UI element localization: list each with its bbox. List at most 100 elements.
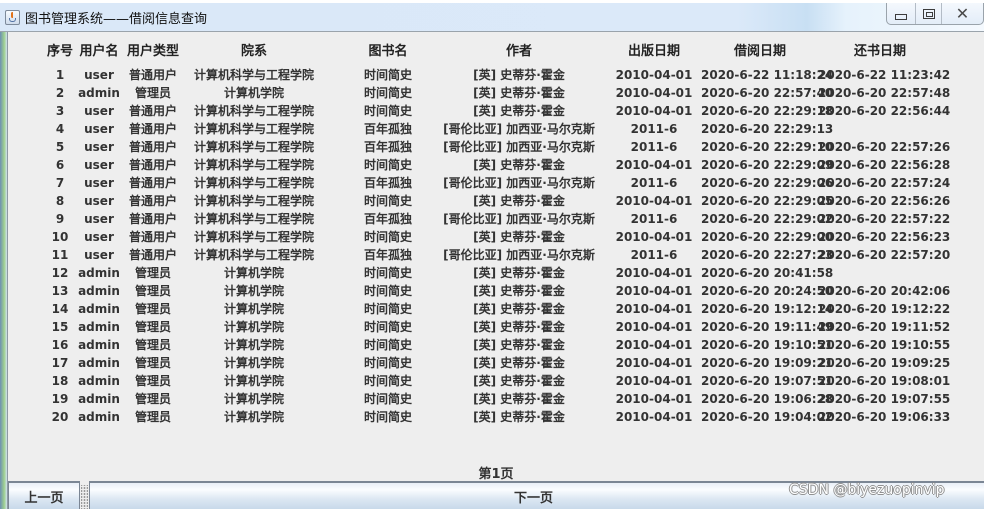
cell-department: 计算机科学与工程学院 — [193, 176, 314, 190]
table-row[interactable]: 4 user 普通用户 计算机科学与工程学院 百年孤独 [哥伦比亚] 加西亚·马尔克斯 20… — [8, 120, 984, 138]
cell-publish-date: 2010-04-01 — [615, 230, 693, 244]
cell-book-title: 时间简史 — [363, 302, 412, 316]
column-header-username: 用户名 — [79, 44, 119, 59]
table-row[interactable]: 19 admin 管理员 计算机学院 时间简史 [英] 史蒂芬·霍金 2010-04-01 2… — [8, 390, 984, 408]
cell-return-date: 2020-6-20 20:42:06 — [818, 284, 951, 298]
cell-borrow-date: 2020-6-22 11:18:24 — [701, 68, 834, 82]
cell-index: 10 — [51, 230, 69, 244]
cell-user-type: 管理员 — [134, 356, 171, 370]
cell-publish-date: 2011-6 — [630, 122, 678, 136]
split-divider[interactable] — [81, 485, 88, 509]
cell-department: 计算机科学与工程学院 — [193, 158, 314, 172]
cell-publish-date: 2010-04-01 — [615, 86, 693, 100]
cell-borrow-date: 2020-6-20 22:29:09 — [701, 158, 834, 172]
cell-index: 11 — [51, 248, 69, 262]
cell-department: 计算机学院 — [223, 410, 284, 424]
close-button[interactable]: ✕ — [941, 3, 983, 24]
table-row[interactable]: 9 user 普通用户 计算机科学与工程学院 百年孤独 [哥伦比亚] 加西亚·马尔克斯 20… — [8, 210, 984, 228]
cell-book-title: 时间简史 — [363, 410, 412, 424]
close-icon: ✕ — [955, 3, 970, 23]
column-header-user-type: 用户类型 — [126, 44, 179, 59]
cell-user-type: 普通用户 — [128, 230, 177, 244]
cell-author: [英] 史蒂芬·霍金 — [473, 68, 565, 82]
cell-borrow-date: 2020-6-20 19:09:21 — [701, 356, 834, 370]
prev-page-label: 上一页 — [24, 490, 64, 506]
cell-author: [英] 史蒂芬·霍金 — [473, 410, 565, 424]
cell-publish-date: 2011-6 — [630, 140, 678, 154]
cell-department: 计算机学院 — [223, 392, 284, 406]
table-row[interactable]: 20 admin 管理员 计算机学院 时间简史 [英] 史蒂芬·霍金 2010-04-01 2… — [8, 408, 984, 426]
cell-author: [英] 史蒂芬·霍金 — [473, 284, 565, 298]
cell-index: 16 — [51, 338, 69, 352]
table-row[interactable]: 3 user 普通用户 计算机科学与工程学院 时间简史 [英] 史蒂芬·霍金 2010-04… — [8, 102, 984, 120]
cell-publish-date: 2010-04-01 — [615, 320, 693, 334]
cell-author: [英] 史蒂芬·霍金 — [473, 230, 565, 244]
cell-book-title: 时间简史 — [363, 320, 412, 334]
window-controls: ✕ — [886, 3, 984, 25]
cell-author: [英] 史蒂芬·霍金 — [473, 320, 565, 334]
watermark: CSDN @biyezuopinvip — [789, 482, 945, 498]
table-row[interactable]: 13 admin 管理员 计算机学院 时间简史 [英] 史蒂芬·霍金 2010-04-01 2… — [8, 282, 984, 300]
table-row[interactable]: 2 admin 管理员 计算机学院 时间简史 [英] 史蒂芬·霍金 2010-04-01 20… — [8, 84, 984, 102]
cell-publish-date: 2010-04-01 — [615, 266, 693, 280]
cell-book-title: 时间简史 — [363, 104, 412, 118]
table-row[interactable]: 12 admin 管理员 计算机学院 时间简史 [英] 史蒂芬·霍金 2010-04-01 2… — [8, 264, 984, 282]
cell-author: [英] 史蒂芬·霍金 — [473, 104, 565, 118]
cell-borrow-date: 2020-6-20 19:07:51 — [701, 374, 834, 388]
table-row[interactable]: 8 user 普通用户 计算机科学与工程学院 时间简史 [英] 史蒂芬·霍金 2010-04… — [8, 192, 984, 210]
cell-author: [英] 史蒂芬·霍金 — [473, 158, 565, 172]
cell-department: 计算机学院 — [223, 338, 284, 352]
cell-author: [英] 史蒂芬·霍金 — [473, 86, 565, 100]
title-bar[interactable]: 图书管理系统——借阅信息查询 ✕ — [0, 0, 984, 32]
cell-username: user — [84, 122, 114, 136]
table-row[interactable]: 10 user 普通用户 计算机科学与工程学院 时间简史 [英] 史蒂芬·霍金 2010-0… — [8, 228, 984, 246]
cell-user-type: 管理员 — [134, 86, 171, 100]
cell-return-date: 2020-6-20 19:08:01 — [818, 374, 951, 388]
cell-publish-date: 2010-04-01 — [615, 410, 693, 424]
next-page-label: 下一页 — [513, 490, 553, 506]
minimize-icon — [895, 13, 907, 20]
table-row[interactable]: 14 admin 管理员 计算机学院 时间简史 [英] 史蒂芬·霍金 2010-04-01 2… — [8, 300, 984, 318]
cell-borrow-date: 2020-6-20 19:04:02 — [701, 410, 834, 424]
cell-department: 计算机学院 — [223, 302, 284, 316]
minimize-button[interactable] — [887, 3, 915, 24]
cell-department: 计算机学院 — [223, 86, 284, 100]
cell-user-type: 普通用户 — [128, 104, 177, 118]
table-row[interactable]: 15 admin 管理员 计算机学院 时间简史 [英] 史蒂芬·霍金 2010-04-01 2… — [8, 318, 984, 336]
cell-publish-date: 2010-04-01 — [615, 194, 693, 208]
cell-index: 9 — [55, 212, 65, 226]
cell-author: [哥伦比亚] 加西亚·马尔克斯 — [443, 140, 595, 154]
maximize-icon — [922, 8, 935, 19]
cell-user-type: 管理员 — [134, 392, 171, 406]
table-header: 序号 用户名 用户类型 院系 图书名 作者 出版日期 借阅日期 还书日期 — [8, 43, 984, 61]
table-row[interactable]: 16 admin 管理员 计算机学院 时间简史 [英] 史蒂芬·霍金 2010-04-01 2… — [8, 336, 984, 354]
prev-page-button[interactable]: 上一页 — [8, 481, 80, 509]
cell-department: 计算机学院 — [223, 356, 284, 370]
cell-username: user — [84, 158, 114, 172]
cell-book-title: 百年孤独 — [363, 122, 412, 136]
cell-borrow-date: 2020-6-20 20:24:50 — [701, 284, 834, 298]
cell-borrow-date: 2020-6-20 22:27:23 — [701, 248, 834, 262]
cell-publish-date: 2010-04-01 — [615, 302, 693, 316]
cell-book-title: 百年孤独 — [363, 140, 412, 154]
cell-user-type: 管理员 — [134, 284, 171, 298]
column-header-department: 院系 — [240, 44, 267, 59]
table-row[interactable]: 11 user 普通用户 计算机科学与工程学院 百年孤独 [哥伦比亚] 加西亚·马尔克斯 2… — [8, 246, 984, 264]
table-row[interactable]: 1 user 普通用户 计算机科学与工程学院 时间简史 [英] 史蒂芬·霍金 2010-04… — [8, 66, 984, 84]
cell-username: user — [84, 140, 114, 154]
table-row[interactable]: 6 user 普通用户 计算机科学与工程学院 时间简史 [英] 史蒂芬·霍金 2010-04… — [8, 156, 984, 174]
cell-borrow-date: 2020-6-20 22:29:18 — [701, 104, 834, 118]
cell-return-date — [818, 120, 942, 138]
table-row[interactable]: 17 admin 管理员 计算机学院 时间简史 [英] 史蒂芬·霍金 2010-04-01 2… — [8, 354, 984, 372]
cell-book-title: 百年孤独 — [363, 248, 412, 262]
cell-book-title: 时间简史 — [363, 230, 412, 244]
cell-publish-date: 2010-04-01 — [615, 356, 693, 370]
cell-author: [哥伦比亚] 加西亚·马尔克斯 — [443, 212, 595, 226]
cell-publish-date: 2011-6 — [630, 176, 678, 190]
table-row[interactable]: 18 admin 管理员 计算机学院 时间简史 [英] 史蒂芬·霍金 2010-04-01 2… — [8, 372, 984, 390]
table-row[interactable]: 5 user 普通用户 计算机科学与工程学院 百年孤独 [哥伦比亚] 加西亚·马尔克斯 20… — [8, 138, 984, 156]
cell-borrow-date: 2020-6-20 22:57:40 — [701, 86, 834, 100]
table-row[interactable]: 7 user 普通用户 计算机科学与工程学院 百年孤独 [哥伦比亚] 加西亚·马尔克斯 20… — [8, 174, 984, 192]
cell-user-type: 管理员 — [134, 410, 171, 424]
maximize-button[interactable] — [915, 3, 941, 24]
